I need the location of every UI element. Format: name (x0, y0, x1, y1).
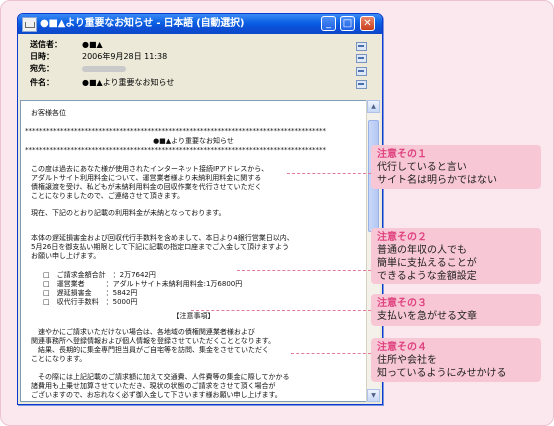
callout-text: 普通の年収の人でも (377, 245, 467, 256)
stars-divider: ****************************************… (25, 146, 326, 154)
callout-text: 住所や会社を (377, 355, 437, 366)
callout-2: 注意その２ 普通の年収の人でも 簡単に支払えることが できるような金額設定 (371, 228, 541, 284)
paragraph-line: 5月26日を御支払い期限として下記に記載の指定口座までご入金して頂けますよう (31, 243, 289, 251)
paragraph-line: 諸費用も上乗せ加算させていただき、現状の状態のご請求をさせて頂く場合が (31, 382, 276, 390)
callout-3: 注意その３ 支払いを急がせる文章 (371, 294, 541, 326)
bill-item: □ 遅延損害金 ：5842円 (43, 289, 138, 297)
maximize-button[interactable]: □ (340, 16, 355, 31)
leader-line (291, 353, 371, 354)
email-window: ●■▲より重要なお知らせ - 日本語 (自動選択) _ □ ✕ 送信者： ●■▲… (17, 13, 383, 405)
callout-title: 注意その３ (377, 298, 427, 309)
bill-item: □ 運営業者 ：アダルトサイト未納利用料金:1万6800円 (43, 280, 243, 288)
callout-title: 注意その１ (377, 149, 427, 160)
paragraph-line: この度は過去にあなた様が使用されたインターネット接続IPアドレスから、 (31, 165, 269, 173)
subject-value: ●■▲より重要なお知らせ (82, 78, 175, 87)
close-button[interactable]: ✕ (360, 16, 375, 31)
from-label: 送信者： (30, 40, 62, 49)
date-value: 2006年9月28日 11:38 (82, 52, 168, 61)
to-label: 宛先： (30, 64, 54, 73)
paragraph-line: 関連事務所へ登録情報および個人情報を登録させていただくこととなります。 (31, 337, 276, 345)
paragraph-line: その際には上記記載のご請求額に加えて交通費、人件費等の集金に際してかかる (31, 373, 290, 381)
leader-line (191, 310, 371, 311)
to-scroll-icon[interactable] (356, 67, 367, 76)
paragraph-line: 本体の遅延損害金および回収代行手数料を含めまして、本日より4銀行営業日以内、 (31, 234, 294, 242)
minimize-button[interactable]: _ (321, 16, 336, 31)
paragraph-line: お願い申し上げます。 (31, 252, 101, 260)
leader-line (237, 270, 371, 271)
from-value[interactable]: ●■▲ (82, 40, 103, 50)
title-bar[interactable]: ●■▲より重要なお知らせ - 日本語 (自動選択) _ □ ✕ (18, 14, 382, 34)
date-label: 日時： (30, 52, 54, 61)
callout-text: できるような金額設定 (377, 271, 477, 282)
message-body[interactable]: お客様各位 **********************************… (20, 100, 367, 402)
paragraph-line: 債権譲渡を受け、私どもが未納利用料金の回収作業を代行させていただく (31, 183, 262, 191)
scroll-up-icon[interactable]: ▲ (367, 100, 380, 113)
paragraph-line: 結果、長期的に集金専門担当員がご自宅等を訪問、集金をさせていただく (31, 346, 269, 354)
leader-line (287, 173, 371, 174)
callout-1: 注意その１ 代行していると言い サイト名は明らかではない (371, 145, 541, 189)
date-scroll-icon[interactable] (356, 54, 367, 63)
paragraph-line: ございますので、お忘れなく必ず御入金して下さいます様お願い申し上げます。 (31, 391, 282, 399)
paragraph-line: ことになります。 (31, 355, 87, 363)
greeting: お客様各位 (31, 109, 66, 117)
notes-title: 【注意事項】 (172, 312, 215, 320)
paragraph-line: 現在、下記のとおり記載の利用料金が未納となっております。 (31, 209, 226, 217)
to-value-redacted (82, 64, 126, 74)
callout-text: 簡単に支払えることが (377, 258, 477, 269)
scroll-down-icon[interactable]: ▼ (367, 389, 380, 402)
paragraph-line: ことになりましたので、ご連絡させて頂きます。 (31, 192, 185, 200)
callout-title: 注意その２ (377, 232, 427, 243)
redaction-blur (82, 65, 126, 72)
paragraph-line: 速やかにご請求いただけない場合は、各地域の債権関連業者様および (31, 328, 255, 336)
callout-text: 代行していると言い (377, 162, 467, 173)
from-scroll-icon[interactable] (356, 42, 367, 51)
window-title: ●■▲より重要なお知らせ - 日本語 (自動選択) (40, 18, 245, 29)
subject-label: 件名： (30, 78, 54, 87)
mail-icon (22, 17, 37, 32)
message-header: 送信者： ●■▲ 日時： 2006年9月28日 11:38 宛先： 件名： ●■… (22, 36, 376, 96)
stars-divider: ****************************************… (25, 127, 326, 135)
illustration-background: ●■▲より重要なお知らせ - 日本語 (自動選択) _ □ ✕ 送信者： ●■▲… (0, 0, 554, 426)
banner-title: ●■▲より重要なお知らせ (153, 137, 234, 145)
callout-text: 知っているようにみせかける (377, 368, 507, 379)
callout-text: 支払いを急がせる文章 (377, 311, 477, 322)
callout-title: 注意その４ (377, 342, 427, 353)
paragraph-line: アダルトサイト利用料金について、運営業者様より未納利用料金に関する (31, 174, 262, 182)
bill-item: □ ご請求金額合計 ：2万7642円 (43, 271, 156, 279)
subject-scroll-icon[interactable] (356, 80, 367, 89)
callout-text: サイト名は明らかではない (377, 175, 497, 186)
callout-4: 注意その４ 住所や会社を 知っているようにみせかける (371, 338, 541, 382)
bill-item: □ 収代行手数料 ：5000円 (43, 298, 138, 306)
